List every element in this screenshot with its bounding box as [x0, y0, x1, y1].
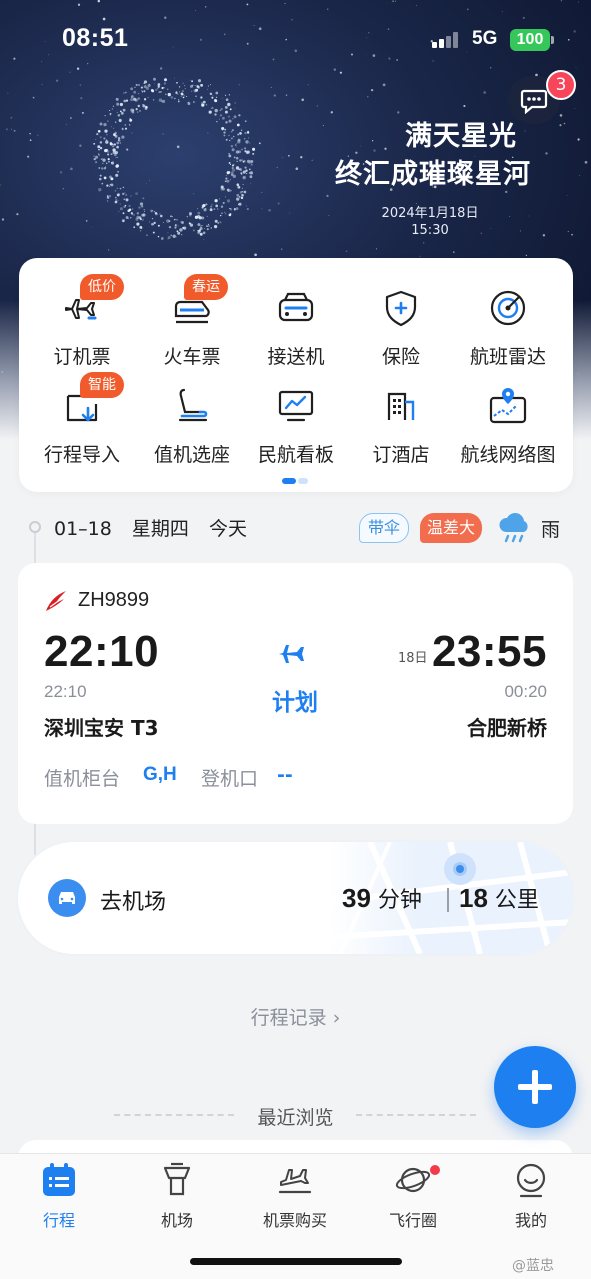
service-book-hotel[interactable]: 订酒店	[346, 360, 456, 466]
service-label: 值机选座	[153, 444, 230, 466]
airline-logo-icon	[46, 591, 66, 611]
monitor-icon	[278, 390, 314, 422]
battery-icon: 100	[510, 29, 554, 51]
departure-time: 22:10	[44, 627, 160, 676]
checkin-counter-value: G,H	[143, 764, 177, 785]
banner-title: 满天星光 终汇成璀璨星河	[271, 118, 531, 194]
trip-history-link[interactable]: 行程记录 ›	[0, 1003, 591, 1030]
arrival-time: 23:55	[431, 627, 547, 676]
duration-unit: 分钟	[377, 888, 422, 913]
tip-temperature-diff[interactable]: 温差大	[420, 513, 483, 543]
arrival-day: 18日	[398, 651, 428, 666]
service-airport-transfer[interactable]: 接送机	[241, 262, 351, 368]
departure-airport: 深圳宝安 T3	[44, 716, 159, 740]
car-icon	[48, 879, 86, 917]
day-date: 01–18	[54, 518, 112, 540]
tab-label: 飞行圈	[388, 1211, 437, 1230]
tab-profile[interactable]: 我的	[472, 1154, 590, 1244]
tab-label: 我的	[514, 1211, 547, 1230]
banner-date-day: 2024年1月18日	[381, 206, 479, 221]
service-label: 民航看板	[257, 444, 334, 466]
departure-scheduled: 22:10	[44, 682, 87, 701]
tag-low-price: 低价	[80, 274, 124, 300]
tab-buy-tickets[interactable]: 机票购买	[236, 1154, 354, 1244]
watermark: @蓝忠	[512, 1258, 554, 1274]
duration-number: 39	[342, 883, 371, 913]
divider	[447, 888, 449, 912]
service-route-map[interactable]: 航线网络图	[453, 360, 563, 466]
hotel-icon	[387, 392, 415, 420]
distance-unit: 公里	[494, 888, 539, 913]
day-header: 01–18 星期四 今天	[54, 514, 261, 541]
tab-label: 机场	[160, 1211, 193, 1230]
banner-date: 2024年1月18日 15:30	[360, 205, 500, 239]
tip-bring-umbrella[interactable]: 带伞	[359, 513, 410, 543]
shield-icon	[385, 290, 417, 327]
timeline-dot	[29, 521, 41, 533]
flight-status: 计划	[272, 690, 318, 716]
airplane-icon	[279, 645, 304, 663]
rain-cloud-icon	[499, 513, 528, 543]
day-weekday: 星期四	[131, 518, 189, 540]
service-trip-import[interactable]: 行程导入	[27, 360, 137, 466]
services-grid: 订机票 低价 火车票 春运 接送机 保险 航班雷达 行程导入 智能 值机选座 民…	[19, 258, 573, 492]
tag-smart: 智能	[80, 372, 124, 398]
calendar-list-icon	[43, 1163, 75, 1196]
tab-label: 机票购买	[262, 1211, 327, 1230]
planet-icon	[395, 1167, 431, 1193]
tag-spring-festival: 春运	[184, 274, 228, 300]
service-aviation-dashboard[interactable]: 民航看板	[241, 360, 351, 466]
service-book-flight[interactable]: 订机票	[27, 262, 137, 368]
travel-distance: 18 公里	[459, 882, 539, 914]
divider	[356, 1114, 476, 1116]
notification-dot	[430, 1165, 440, 1175]
to-airport-card[interactable]: 去机场 39 分钟 18 公里	[18, 842, 573, 954]
status-time: 08:51	[62, 24, 129, 52]
page-indicator	[282, 478, 312, 484]
signal-icon	[432, 32, 464, 48]
to-airport-label: 去机场	[100, 890, 167, 915]
network-type: 5G	[472, 28, 498, 49]
flight-card[interactable]: ZH9899 22:10 22:10 深圳宝安 T3 计划 18日 23:55 …	[18, 563, 573, 824]
tab-trips[interactable]: 行程	[0, 1154, 118, 1244]
control-tower-icon	[163, 1162, 191, 1196]
arrival-airport: 合肥新桥	[467, 716, 547, 740]
car-icon	[278, 292, 314, 322]
message-count-badge: 3	[546, 70, 576, 100]
banner-title-line1: 满天星光	[405, 121, 517, 152]
tab-airport[interactable]: 机场	[118, 1154, 236, 1244]
tab-flight-circle[interactable]: 飞行圈	[354, 1154, 472, 1244]
seat-icon	[178, 388, 208, 422]
service-checkin-seat[interactable]: 值机选座	[137, 360, 247, 466]
service-flight-radar[interactable]: 航班雷达	[453, 262, 563, 368]
plus-icon	[532, 1070, 538, 1104]
map-icon	[489, 388, 527, 424]
distance-number: 18	[459, 883, 488, 913]
service-label: 订酒店	[372, 444, 430, 466]
status-bar: 08:51 5G 100	[0, 22, 591, 58]
tab-label: 行程	[42, 1211, 75, 1230]
service-label: 行程导入	[43, 444, 120, 466]
weather-label: 雨	[541, 519, 561, 541]
plane-landing-icon	[278, 1169, 312, 1194]
arrival-scheduled: 00:20	[504, 682, 547, 701]
checkin-counter-label: 值机柜台	[44, 768, 121, 790]
add-trip-button[interactable]	[494, 1046, 576, 1128]
radar-icon	[490, 290, 526, 326]
home-indicator[interactable]	[190, 1258, 402, 1265]
smiley-profile-icon	[516, 1163, 546, 1198]
travel-duration: 39 分钟	[342, 882, 422, 914]
flight-number: ZH9899	[78, 589, 150, 611]
service-insurance[interactable]: 保险	[346, 262, 456, 368]
gate-label: 登机口	[201, 768, 259, 790]
banner-title-line2: 终汇成璀璨星河	[335, 159, 531, 190]
service-label: 航线网络图	[460, 444, 556, 466]
banner-date-time: 15:30	[411, 223, 449, 238]
gate-value: --	[277, 764, 293, 786]
day-relative: 今天	[208, 518, 247, 540]
chat-bubble-icon	[520, 89, 548, 114]
